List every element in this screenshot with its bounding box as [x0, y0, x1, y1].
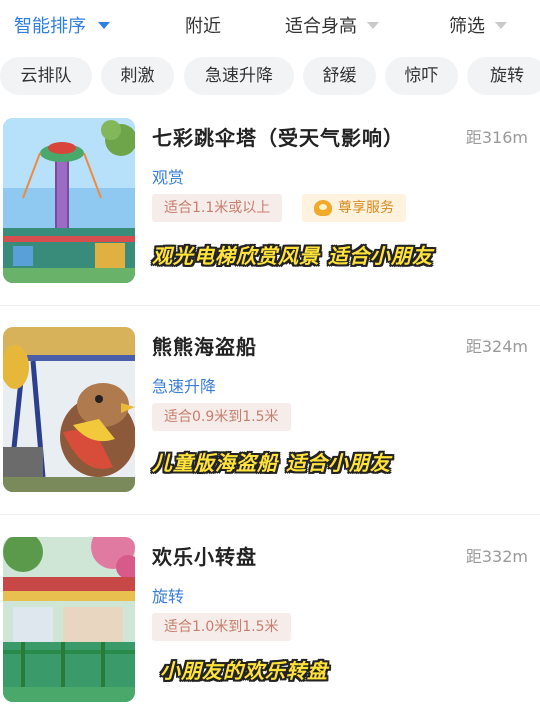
chip-gentle[interactable]: 舒缓	[303, 57, 376, 95]
height-filter-label: 适合身高	[285, 16, 357, 37]
overlay-caption: 儿童版海盗船 适合小朋友	[152, 451, 391, 475]
crown-icon	[314, 200, 332, 216]
sort-filter-bar: 智能排序 附近 适合身高 筛选	[0, 0, 540, 52]
attraction-title: 欢乐小转盘	[152, 545, 257, 569]
chip-spinning[interactable]: 旋转	[467, 57, 540, 95]
category-link[interactable]: 观赏	[152, 164, 184, 188]
sort-smart-dropdown[interactable]: 智能排序	[14, 12, 110, 38]
distance-label: 距332m	[465, 547, 528, 566]
attraction-card[interactable]: 欢乐小转盘 距332m 旋转 适合1.0米到1.5米 小朋友的欢乐转盘	[0, 537, 540, 720]
sort-nearby-label: 附近	[185, 16, 221, 37]
divider	[0, 514, 540, 515]
attraction-card[interactable]: 熊熊海盗船 距324m 急速升降 适合0.9米到1.5米 儿童版海盗船 适合小朋…	[0, 327, 540, 527]
attraction-photo	[3, 327, 135, 492]
height-filter-dropdown[interactable]: 适合身高	[285, 12, 379, 38]
filter-label: 筛选	[449, 16, 485, 37]
chevron-down-icon	[495, 21, 507, 29]
vip-service-label: 尊享服务	[338, 200, 394, 216]
sort-smart-label: 智能排序	[14, 16, 86, 37]
overlay-caption: 小朋友的欢乐转盘	[160, 659, 328, 683]
height-requirement-tag: 适合1.0米到1.5米	[152, 613, 291, 641]
chip-cloud-queue[interactable]: 云排队	[0, 57, 92, 95]
chip-scary[interactable]: 惊吓	[385, 57, 458, 95]
chevron-down-icon	[98, 21, 110, 29]
attraction-title: 七彩跳伞塔（受天气影响）	[152, 126, 404, 150]
height-requirement-tag: 适合1.1米或以上	[152, 194, 283, 222]
divider	[0, 305, 540, 306]
overlay-caption: 观光电梯欣赏风景 适合小朋友	[152, 244, 433, 268]
distance-label: 距316m	[465, 128, 528, 147]
category-link[interactable]: 旋转	[152, 583, 184, 607]
chip-rapid-drop[interactable]: 急速升降	[184, 57, 294, 95]
vip-service-tag[interactable]: 尊享服务	[302, 194, 406, 222]
distance-label: 距324m	[465, 337, 528, 356]
chevron-down-icon	[367, 21, 379, 29]
attraction-photo	[3, 537, 135, 702]
attraction-title: 熊熊海盗船	[152, 335, 257, 359]
attraction-card[interactable]: 七彩跳伞塔（受天气影响） 距316m 观赏 适合1.1米或以上 尊享服务 观光电…	[0, 118, 540, 318]
sort-nearby[interactable]: 附近	[185, 12, 221, 38]
category-link[interactable]: 急速升降	[152, 373, 216, 397]
height-requirement-tag: 适合0.9米到1.5米	[152, 403, 291, 431]
attraction-photo	[3, 118, 135, 283]
tag-chip-row: 云排队 刺激 急速升降 舒缓 惊吓 旋转	[0, 57, 540, 95]
filter-dropdown[interactable]: 筛选	[449, 12, 507, 38]
chip-thrill[interactable]: 刺激	[101, 57, 174, 95]
